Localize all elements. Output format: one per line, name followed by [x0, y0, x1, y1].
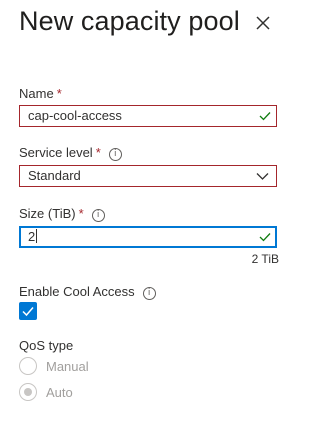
checkmark-icon — [259, 112, 271, 121]
size-label-text: Size (TiB) — [19, 206, 76, 221]
qos-radio-auto[interactable] — [19, 383, 37, 401]
cool-access-label-text: Enable Cool Access — [19, 284, 135, 299]
required-mark: * — [95, 145, 101, 160]
size-input-value: 2 — [28, 229, 36, 244]
info-icon[interactable]: i — [108, 148, 122, 161]
chevron-down-icon — [256, 173, 269, 180]
checkmark-icon — [259, 233, 271, 242]
name-input[interactable]: cap-cool-access — [19, 105, 277, 127]
name-input-value: cap-cool-access — [28, 108, 122, 123]
size-input[interactable]: 2 — [19, 226, 277, 248]
qos-option-auto-label: Auto — [46, 385, 73, 400]
name-label: Name * — [19, 86, 62, 101]
panel-title: New capacity pool — [19, 6, 240, 36]
info-icon[interactable]: i — [91, 209, 105, 222]
required-mark: * — [78, 206, 84, 221]
cool-access-checkbox[interactable] — [19, 302, 37, 320]
service-level-selected: Standard — [28, 168, 81, 183]
checkmark-icon — [22, 307, 34, 317]
close-icon[interactable] — [252, 12, 274, 34]
size-hint: 2 TiB — [251, 252, 279, 266]
cool-access-label: Enable Cool Access i — [19, 284, 156, 300]
service-level-dropdown[interactable]: Standard — [19, 165, 277, 187]
required-mark: * — [56, 86, 62, 101]
radio-selected-dot — [24, 388, 32, 396]
qos-option-manual-label: Manual — [46, 359, 89, 374]
qos-label: QoS type — [19, 338, 74, 353]
text-cursor — [36, 229, 38, 243]
size-label: Size (TiB) * i — [19, 206, 105, 222]
info-icon[interactable]: i — [142, 287, 156, 300]
name-label-text: Name — [19, 86, 54, 101]
qos-radio-manual[interactable] — [19, 357, 37, 375]
service-level-label: Service level * i — [19, 145, 122, 161]
service-level-label-text: Service level — [19, 145, 93, 160]
